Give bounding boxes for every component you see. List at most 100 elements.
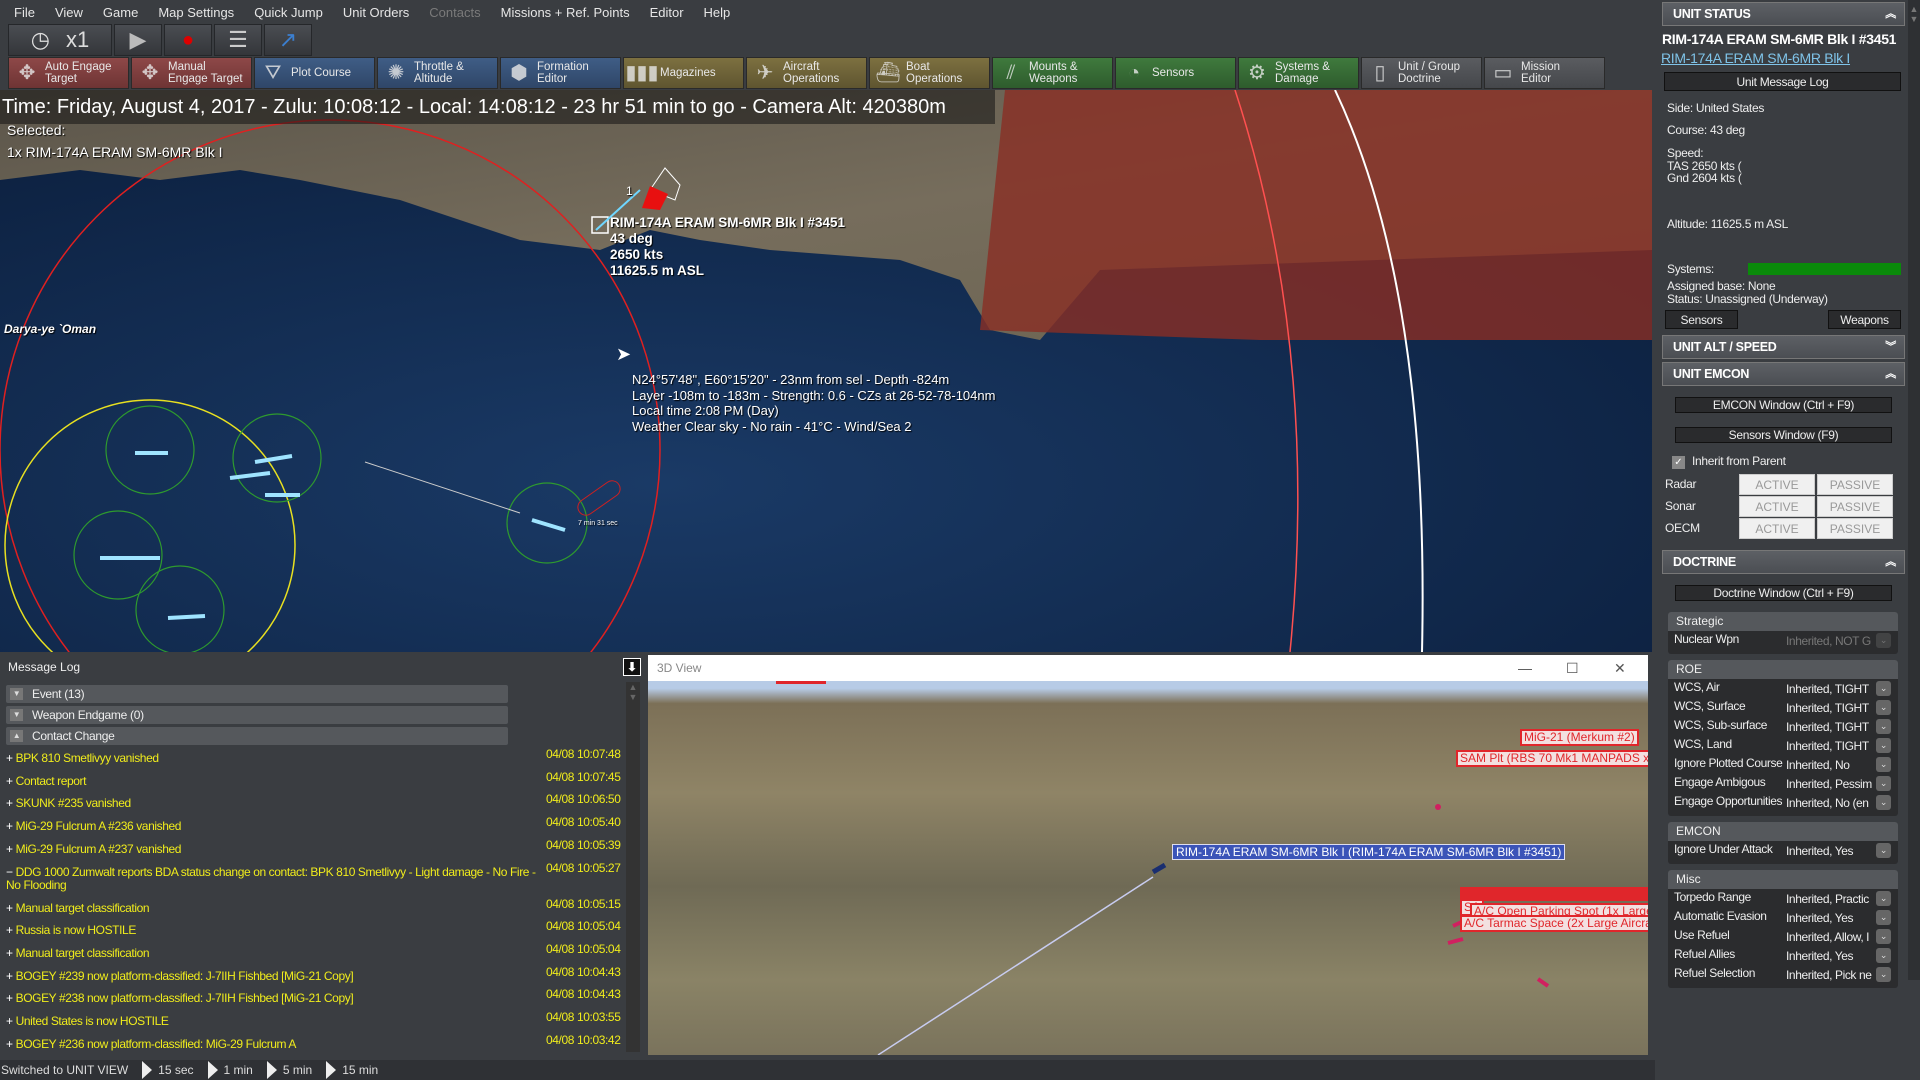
toolbar-button-8[interactable]: ⫽ Mounts & Weapons [992, 57, 1113, 89]
expand-icon[interactable]: + [6, 946, 13, 960]
record-button[interactable]: ● [164, 24, 212, 56]
toolbar-button-7[interactable]: ⛴ Boat Operations [869, 57, 990, 89]
toolbar-button-9[interactable]: ◔ Sensors [1115, 57, 1236, 89]
expand-icon[interactable]: + [6, 1037, 13, 1051]
emcon-window-button[interactable]: EMCON Window (Ctrl + F9) [1675, 397, 1892, 413]
emcon-sonar-passive[interactable]: PASSIVE [1817, 496, 1893, 517]
unit-class-link[interactable]: RIM-174A ERAM SM-6MR Blk I [1661, 51, 1850, 65]
toolbar-button-2[interactable]: ⛛ Plot Course [254, 57, 375, 89]
collapse-icon[interactable]: − [6, 865, 13, 879]
tactical-map[interactable]: Time: Friday, August 4, 2017 - Zulu: 10:… [0, 90, 1652, 652]
toolbar-button-11[interactable]: ▯ Unit / Group Doctrine [1361, 57, 1482, 89]
unit-map-label[interactable]: RIM-174A ERAM SM-6MR Blk I #3451 43 deg … [610, 215, 845, 279]
expand-icon[interactable]: + [6, 991, 13, 1005]
emcon-radar-active[interactable]: ACTIVE [1739, 474, 1815, 495]
expand-icon[interactable]: + [6, 901, 13, 915]
step-5min[interactable]: 5 min [283, 1063, 312, 1077]
expand-icon[interactable]: + [6, 819, 13, 833]
toolbar-button-10[interactable]: ⚙ Systems & Damage [1238, 57, 1359, 89]
collapse-icon[interactable]: ▲ [10, 730, 23, 742]
label-mig21[interactable]: MiG-21 (Merkum #2) [1520, 729, 1639, 746]
expand-icon[interactable]: ▼ [10, 688, 23, 700]
message-category[interactable]: ▼ Weapon Endgame (0) [6, 706, 508, 724]
toolbar-button-6[interactable]: ✈ Aircraft Operations [746, 57, 867, 89]
emcon-sonar-active[interactable]: ACTIVE [1739, 496, 1815, 517]
step-arrow-icon[interactable] [207, 1061, 218, 1079]
emcon-header[interactable]: UNIT EMCON ︽ [1662, 362, 1905, 386]
doctrine-dropdown[interactable]: ⌄ [1876, 719, 1891, 734]
unit-message-log-button[interactable]: Unit Message Log [1664, 72, 1901, 91]
sensors-button[interactable]: Sensors [1665, 310, 1738, 329]
scroll-to-bottom-button[interactable]: ⬇ [623, 658, 641, 676]
alt-speed-header[interactable]: UNIT ALT / SPEED ︾ [1662, 335, 1905, 359]
step-arrow-icon[interactable] [142, 1061, 153, 1079]
expand-icon[interactable]: + [6, 1014, 13, 1028]
weapons-button[interactable]: Weapons [1828, 310, 1901, 329]
expand-icon[interactable]: + [6, 796, 13, 810]
layers-button[interactable]: ☰ [214, 24, 262, 56]
message-category[interactable]: ▲ Contact Change [6, 727, 508, 745]
step-1min[interactable]: 1 min [224, 1063, 253, 1077]
doctrine-header[interactable]: DOCTRINE ︽ [1662, 550, 1905, 574]
label-sam-plt[interactable]: SAM Plt (RBS 70 Mk1 MANPADS x 3) [1456, 750, 1648, 767]
menu-help[interactable]: Help [704, 5, 731, 20]
toolbar-button-12[interactable]: ▭ Mission Editor [1484, 57, 1605, 89]
expand-icon[interactable]: + [6, 923, 13, 937]
unit-status-header[interactable]: UNIT STATUS ︽ [1662, 2, 1905, 26]
menu-file[interactable]: File [14, 5, 35, 20]
doctrine-dropdown[interactable]: ⌄ [1876, 681, 1891, 696]
maximize-icon[interactable]: ☐ [1566, 655, 1579, 681]
menu-map-settings[interactable]: Map Settings [158, 5, 234, 20]
time-compression-button[interactable]: ◷ x1 [8, 24, 112, 56]
doctrine-dropdown[interactable]: ⌄ [1876, 948, 1891, 963]
doctrine-dropdown[interactable]: ⌄ [1876, 967, 1891, 982]
menu-unit-orders[interactable]: Unit Orders [343, 5, 409, 20]
doctrine-dropdown[interactable]: ⌄ [1876, 757, 1891, 772]
menu-view[interactable]: View [55, 5, 83, 20]
label-tarmac-space[interactable]: A/C Tarmac Space (2x Large Aircraft) [1460, 915, 1648, 932]
doctrine-dropdown[interactable]: ⌄ [1876, 776, 1891, 791]
menu-contacts[interactable]: Contacts [429, 5, 480, 20]
emcon-oecm-passive[interactable]: PASSIVE [1817, 518, 1893, 539]
close-icon[interactable]: ✕ [1614, 655, 1626, 681]
emcon-radar-passive[interactable]: PASSIVE [1817, 474, 1893, 495]
minimize-icon[interactable]: — [1518, 655, 1532, 681]
menu-editor[interactable]: Editor [650, 5, 684, 20]
toolbar-button-1[interactable]: ✥ Manual Engage Target [131, 57, 252, 89]
expand-icon[interactable]: ▼ [10, 709, 23, 721]
doctrine-dropdown[interactable]: ⌄ [1876, 929, 1891, 944]
expand-icon[interactable]: + [6, 969, 13, 983]
doctrine-dropdown[interactable]: ⌄ [1876, 795, 1891, 810]
doctrine-dropdown[interactable]: ⌄ [1876, 738, 1891, 753]
3d-scene[interactable]: MiG-21 (Merkum #2) SAM Plt (RBS 70 Mk1 M… [648, 681, 1648, 1055]
jump-button[interactable]: ↗ [264, 24, 312, 56]
expand-icon[interactable]: + [6, 842, 13, 856]
step-15min[interactable]: 15 min [342, 1063, 378, 1077]
sensors-window-button[interactable]: Sensors Window (F9) [1675, 427, 1892, 443]
toolbar-button-0[interactable]: ✥ Auto Engage Target [8, 57, 129, 89]
doctrine-dropdown[interactable]: ⌄ [1876, 891, 1891, 906]
toolbar-button-5[interactable]: ▮▮▮ Magazines [623, 57, 744, 89]
doctrine-dropdown[interactable]: ⌄ [1876, 910, 1891, 925]
doctrine-dropdown[interactable]: ⌄ [1876, 633, 1891, 648]
expand-icon[interactable]: + [6, 774, 13, 788]
toolbar-button-3[interactable]: ✺ Throttle & Altitude [377, 57, 498, 89]
step-arrow-icon[interactable] [266, 1061, 277, 1079]
message-category[interactable]: ▼ Event (13) [6, 685, 508, 703]
doctrine-dropdown[interactable]: ⌄ [1876, 700, 1891, 715]
menu-game[interactable]: Game [103, 5, 138, 20]
doctrine-window-button[interactable]: Doctrine Window (Ctrl + F9) [1675, 585, 1892, 601]
message-log-scrollbar[interactable]: ▲ ▼ [626, 682, 640, 1052]
play-button[interactable]: ▶ [114, 24, 162, 56]
step-15sec[interactable]: 15 sec [158, 1063, 193, 1077]
step-arrow-icon[interactable] [326, 1061, 337, 1079]
menu-missions-ref-points[interactable]: Missions + Ref. Points [501, 5, 630, 20]
expand-icon[interactable]: + [6, 751, 13, 765]
inherit-checkbox[interactable]: ✓ [1672, 456, 1685, 469]
doctrine-dropdown[interactable]: ⌄ [1876, 843, 1891, 858]
toolbar-button-4[interactable]: ⬢ Formation Editor [500, 57, 621, 89]
label-selected-unit[interactable]: RIM-174A ERAM SM-6MR Blk I (RIM-174A ERA… [1172, 844, 1566, 860]
menu-quick-jump[interactable]: Quick Jump [254, 5, 323, 20]
right-panel-scrollbar[interactable]: ▲ ▼ [1908, 0, 1920, 980]
emcon-oecm-active[interactable]: ACTIVE [1739, 518, 1815, 539]
